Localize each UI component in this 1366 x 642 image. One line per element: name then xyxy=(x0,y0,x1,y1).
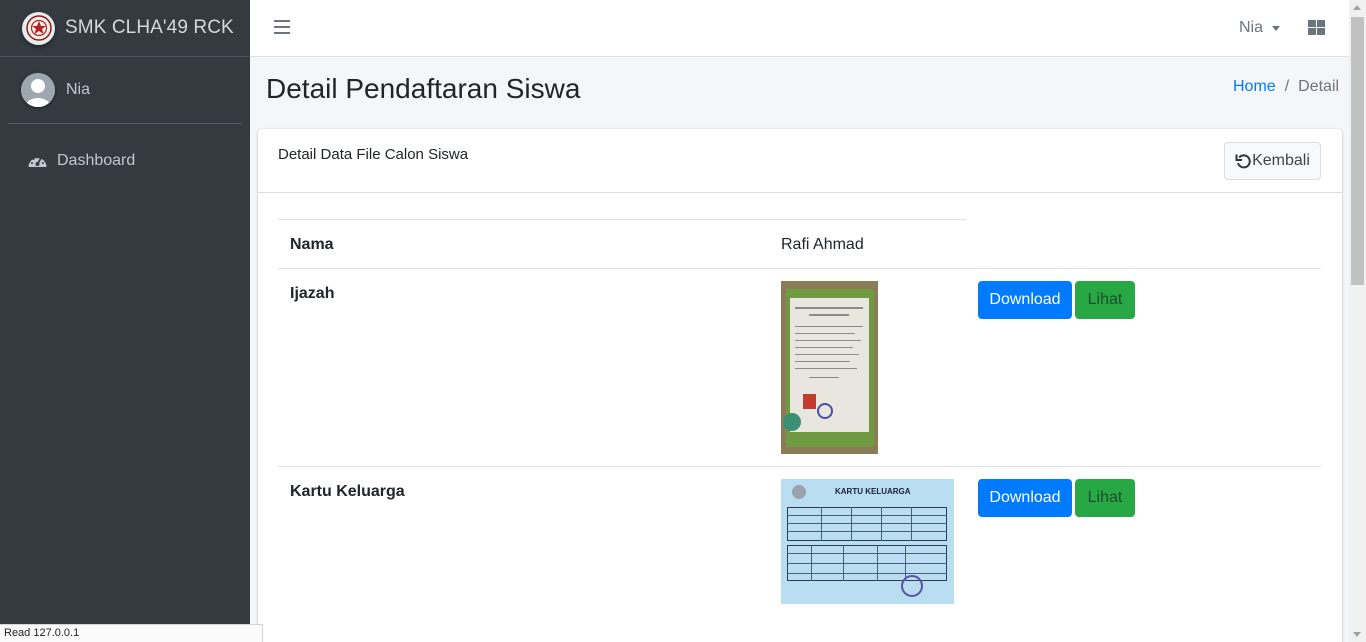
hamburger-icon[interactable] xyxy=(274,20,290,35)
back-button[interactable]: Kembali xyxy=(1224,142,1321,180)
avatar xyxy=(21,73,55,107)
user-panel-name: Nia xyxy=(66,81,91,98)
sidebar-nav: Dashboard xyxy=(0,124,250,177)
school-emblem-icon xyxy=(22,11,55,45)
breadcrumb-current: Detail xyxy=(1298,78,1340,95)
garuda-emblem-icon xyxy=(792,485,806,499)
row-label-kartu-keluarga: Kartu Keluarga xyxy=(290,483,405,500)
ijazah-download-button[interactable]: Download xyxy=(978,281,1072,319)
page-title: Detail Pendaftaran Siswa xyxy=(266,73,581,104)
scroll-up-arrow-icon[interactable] xyxy=(1353,5,1361,10)
top-navbar: Nia xyxy=(250,0,1349,57)
brand-link[interactable]: SMK CLHA'49 RCK xyxy=(0,0,250,57)
sidebar-item-label: Dashboard xyxy=(57,151,136,169)
table-row-divider xyxy=(278,268,1321,269)
kartu-keluarga-view-label: Lihat xyxy=(1087,489,1123,506)
card-title: Detail Data File Calon Siswa xyxy=(278,146,469,163)
card-header: Detail Data File Calon Siswa Kembali xyxy=(258,129,1342,193)
grid-icon[interactable] xyxy=(1308,20,1325,36)
table-row-divider xyxy=(278,466,1321,467)
sidebar-item-dashboard[interactable]: Dashboard xyxy=(0,144,250,177)
breadcrumb: Home / Detail xyxy=(1233,78,1339,96)
breadcrumb-home-link[interactable]: Home xyxy=(1233,78,1276,96)
kartu-keluarga-thumbnail[interactable]: KARTU KELUARGA xyxy=(781,479,954,604)
user-dropdown[interactable]: Nia xyxy=(1239,19,1281,37)
table-top-border xyxy=(278,219,966,220)
scrollbar-thumb[interactable] xyxy=(1351,17,1364,285)
brand-name: SMK CLHA'49 RCK xyxy=(65,17,234,38)
kartu-keluarga-thumbnail-title: KARTU KELUARGA xyxy=(835,487,911,496)
user-panel[interactable]: Nia xyxy=(8,57,242,124)
breadcrumb-separator: / xyxy=(1284,78,1290,95)
back-button-label: Kembali xyxy=(1252,152,1310,169)
kartu-keluarga-download-button[interactable]: Download xyxy=(978,479,1072,517)
user-dropdown-label: Nia xyxy=(1239,19,1264,36)
page-scrollbar[interactable] xyxy=(1349,0,1366,642)
ijazah-view-label: Lihat xyxy=(1087,291,1123,308)
ijazah-view-button[interactable]: Lihat xyxy=(1075,281,1135,319)
ijazah-thumbnail[interactable] xyxy=(781,281,878,454)
kartu-keluarga-view-button[interactable]: Lihat xyxy=(1075,479,1135,517)
caret-down-icon xyxy=(1272,25,1281,31)
row-label-ijazah: Ijazah xyxy=(290,285,335,302)
sidebar: SMK CLHA'49 RCK Nia Dashboard xyxy=(0,0,250,642)
browser-status-bar: Read 127.0.0.1 xyxy=(0,624,263,642)
row-label-nama: Nama xyxy=(290,236,334,253)
undo-icon xyxy=(1235,154,1251,169)
student-name-value: Rafi Ahmad xyxy=(781,236,864,253)
scroll-down-arrow-icon[interactable] xyxy=(1353,632,1361,637)
tachometer-icon xyxy=(27,153,48,169)
